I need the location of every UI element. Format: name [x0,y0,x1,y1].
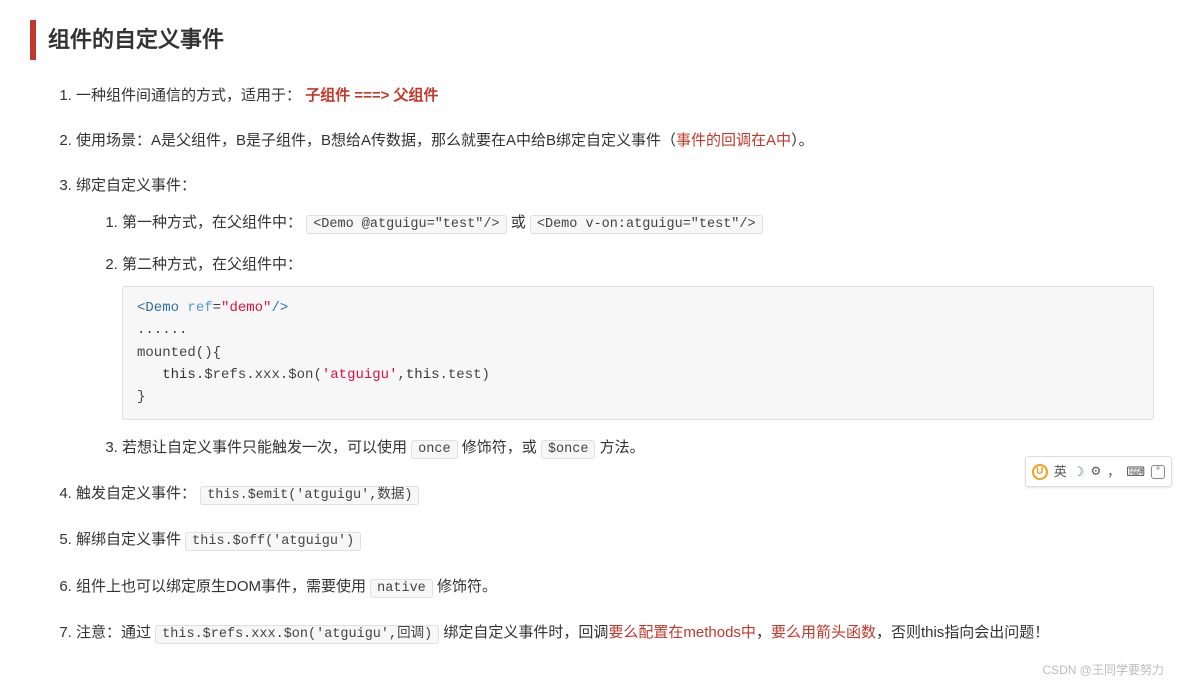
item-7-highlight-2: 要么用箭头函数 [771,624,876,641]
item-7-prefix: 注意：通过 [76,624,155,641]
item-5: 解绑自定义事件 this.$off('atguigu') [76,526,1154,554]
item-6-prefix: 组件上也可以绑定原生DOM事件，需要使用 [76,578,370,595]
item-7-suffix: ，否则this指向会出问题！ [876,624,1049,641]
ime-widget[interactable]: U 英 ☽ ⚙ ， ⌨ ° [1025,456,1172,487]
item-3-sublist: 第一种方式，在父组件中： <Demo @atguigu="test"/> 或 <… [76,209,1154,463]
code-once-method: $once [541,440,596,459]
item-1: 一种组件间通信的方式，适用于： 子组件 ===> 父组件 [76,82,1154,109]
item-3-3-suffix: 方法。 [595,439,644,456]
code-demo-atguigu: <Demo @atguigu="test"/> [306,215,506,234]
user-icon[interactable]: ° [1151,465,1165,479]
item-7: 注意：通过 this.$refs.xxx.$on('atguigu',回调) 绑… [76,619,1154,647]
item-1-prefix: 一种组件间通信的方式，适用于： [76,87,301,104]
main-list: 一种组件间通信的方式，适用于： 子组件 ===> 父组件 使用场景：A是父组件，… [30,82,1154,648]
item-1-highlight: 子组件 ===> 父组件 [305,87,438,104]
item-6-suffix: 修饰符。 [433,578,497,595]
item-3-2: 第二种方式，在父组件中： <Demo ref="demo"/> ...... m… [122,251,1154,420]
item-5-prefix: 解绑自定义事件 [76,531,185,548]
code-native: native [370,579,433,598]
gear-icon[interactable]: ⚙ [1090,461,1101,483]
item-2: 使用场景：A是父组件，B是子组件，B想给A传数据，那么就要在A中给B绑定自定义事… [76,127,1154,154]
item-3-3-prefix: 若想让自定义事件只能触发一次，可以使用 [122,439,411,456]
item-3: 绑定自定义事件： 第一种方式，在父组件中： <Demo @atguigu="te… [76,172,1154,463]
power-icon[interactable]: U [1032,464,1048,480]
page-heading: 组件的自定义事件 [30,20,1154,60]
item-2-highlight: 事件的回调在A中 [676,132,791,149]
item-3-3: 若想让自定义事件只能触发一次，可以使用 once 修饰符，或 $once 方法。 [122,434,1154,462]
item-7-mid: 绑定自定义事件时，回调 [439,624,608,641]
item-4: 触发自定义事件： this.$emit('atguigu',数据) [76,480,1154,508]
item-3-1-mid: 或 [511,214,530,231]
code-demo-von: <Demo v-on:atguigu="test"/> [530,215,763,234]
item-3-3-mid: 修饰符，或 [458,439,541,456]
item-4-prefix: 触发自定义事件： [76,485,196,502]
keyboard-icon[interactable]: ⌨ [1126,460,1145,483]
code-off: this.$off('atguigu') [185,532,361,551]
item-3-1-prefix: 第一种方式，在父组件中： [122,214,302,231]
moon-icon[interactable]: ☽ [1073,460,1085,483]
code-refs-on: this.$refs.xxx.$on('atguigu',回调) [155,625,439,644]
code-emit: this.$emit('atguigu',数据) [200,486,419,505]
item-2-prefix: 使用场景：A是父组件，B是子组件，B想给A传数据，那么就要在A中给B绑定自定义事… [76,132,676,149]
item-3-1: 第一种方式，在父组件中： <Demo @atguigu="test"/> 或 <… [122,209,1154,237]
comma-icon[interactable]: ， [1107,460,1120,483]
item-3-2-prefix: 第二种方式，在父组件中： [122,256,302,273]
watermark: CSDN @王同学要努力 [1042,660,1164,682]
ime-lang-label[interactable]: 英 [1054,460,1067,483]
item-2-suffix: ）。 [791,132,814,149]
code-once: once [411,440,457,459]
item-6: 组件上也可以绑定原生DOM事件，需要使用 native 修饰符。 [76,573,1154,601]
item-3-label: 绑定自定义事件： [76,177,196,194]
code-block-mounted: <Demo ref="demo"/> ...... mounted(){ thi… [122,286,1154,420]
item-7-sep: ， [756,624,771,641]
item-7-highlight-1: 要么配置在methods中 [608,624,756,641]
